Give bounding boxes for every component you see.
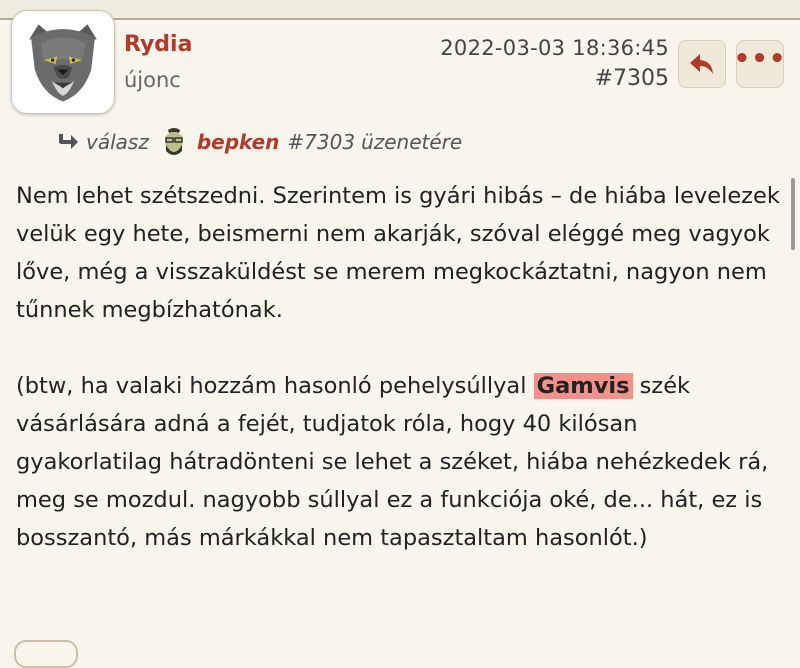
more-dots-icon: ••• — [733, 44, 787, 74]
reply-to-line: válasz bepken #7303 üzenetére — [56, 124, 462, 160]
quoted-post-number[interactable]: #7303 — [287, 130, 355, 154]
reply-to-label: válasz — [86, 130, 149, 154]
panther-avatar-icon — [29, 24, 97, 102]
post-number[interactable]: #7305 — [595, 66, 669, 91]
highlighted-brand-link[interactable]: Gamvis — [533, 373, 633, 399]
post-paragraph: (btw, ha valaki hozzám hasonló pehelysúl… — [16, 367, 781, 557]
bearded-man-avatar-icon — [156, 125, 191, 159]
header-divider — [0, 0, 800, 20]
reply-arrow-icon — [59, 134, 78, 149]
post-paragraph: Nem lehet szétszedni. Szerintem is gyári… — [16, 183, 780, 323]
post-text-segment: szék vásárlására adná a fejét, tudjatok … — [16, 373, 769, 551]
post-date: 2022-03-03 18:36:45 — [440, 36, 669, 60]
reply-button[interactable] — [678, 40, 726, 88]
post-author-rank: újonc — [124, 68, 181, 92]
quoted-user-avatar[interactable] — [156, 125, 191, 159]
post-text-segment: (btw, ha valaki hozzám hasonló pehelysúl… — [16, 373, 527, 399]
reply-to-suffix: üzenetére — [361, 130, 463, 154]
quoted-username[interactable]: bepken — [197, 130, 280, 154]
reply-arrow-icon — [690, 54, 713, 74]
next-item-edge — [14, 640, 78, 668]
post-author-name[interactable]: Rydia — [124, 32, 192, 57]
avatar[interactable] — [11, 10, 115, 114]
scrollbar[interactable] — [791, 178, 795, 250]
more-options-button[interactable]: ••• — [733, 40, 787, 88]
post-body: Nem lehet szétszedni. Szerintem is gyári… — [16, 177, 781, 557]
